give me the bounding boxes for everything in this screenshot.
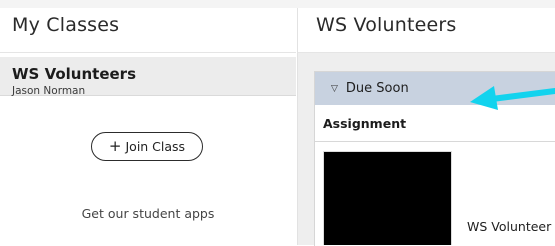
triangle-down-icon: ▽: [331, 83, 338, 94]
class-teacher: Jason Norman: [12, 85, 86, 97]
assignment-thumbnail[interactable]: [323, 151, 452, 245]
class-name: WS Volunteers: [12, 65, 137, 83]
annotation-arrow-icon: [470, 86, 555, 110]
class-item-ws-volunteers[interactable]: WS Volunteers Jason Norman: [0, 57, 296, 97]
top-strip: [0, 0, 555, 8]
assignment-header-label: Assignment: [323, 116, 407, 131]
sidebar-title: My Classes: [12, 14, 120, 36]
student-apps-link[interactable]: Get our student apps: [0, 206, 296, 221]
page-title: WS Volunteers: [316, 14, 457, 36]
join-class-label: Join Class: [125, 139, 186, 154]
plus-icon: +: [108, 137, 122, 155]
due-soon-label: Due Soon: [345, 81, 409, 96]
assignment-title[interactable]: WS Volunteer T: [467, 219, 555, 234]
sidebar-divider: [0, 52, 296, 53]
join-class-button[interactable]: + Join Class: [91, 132, 203, 161]
